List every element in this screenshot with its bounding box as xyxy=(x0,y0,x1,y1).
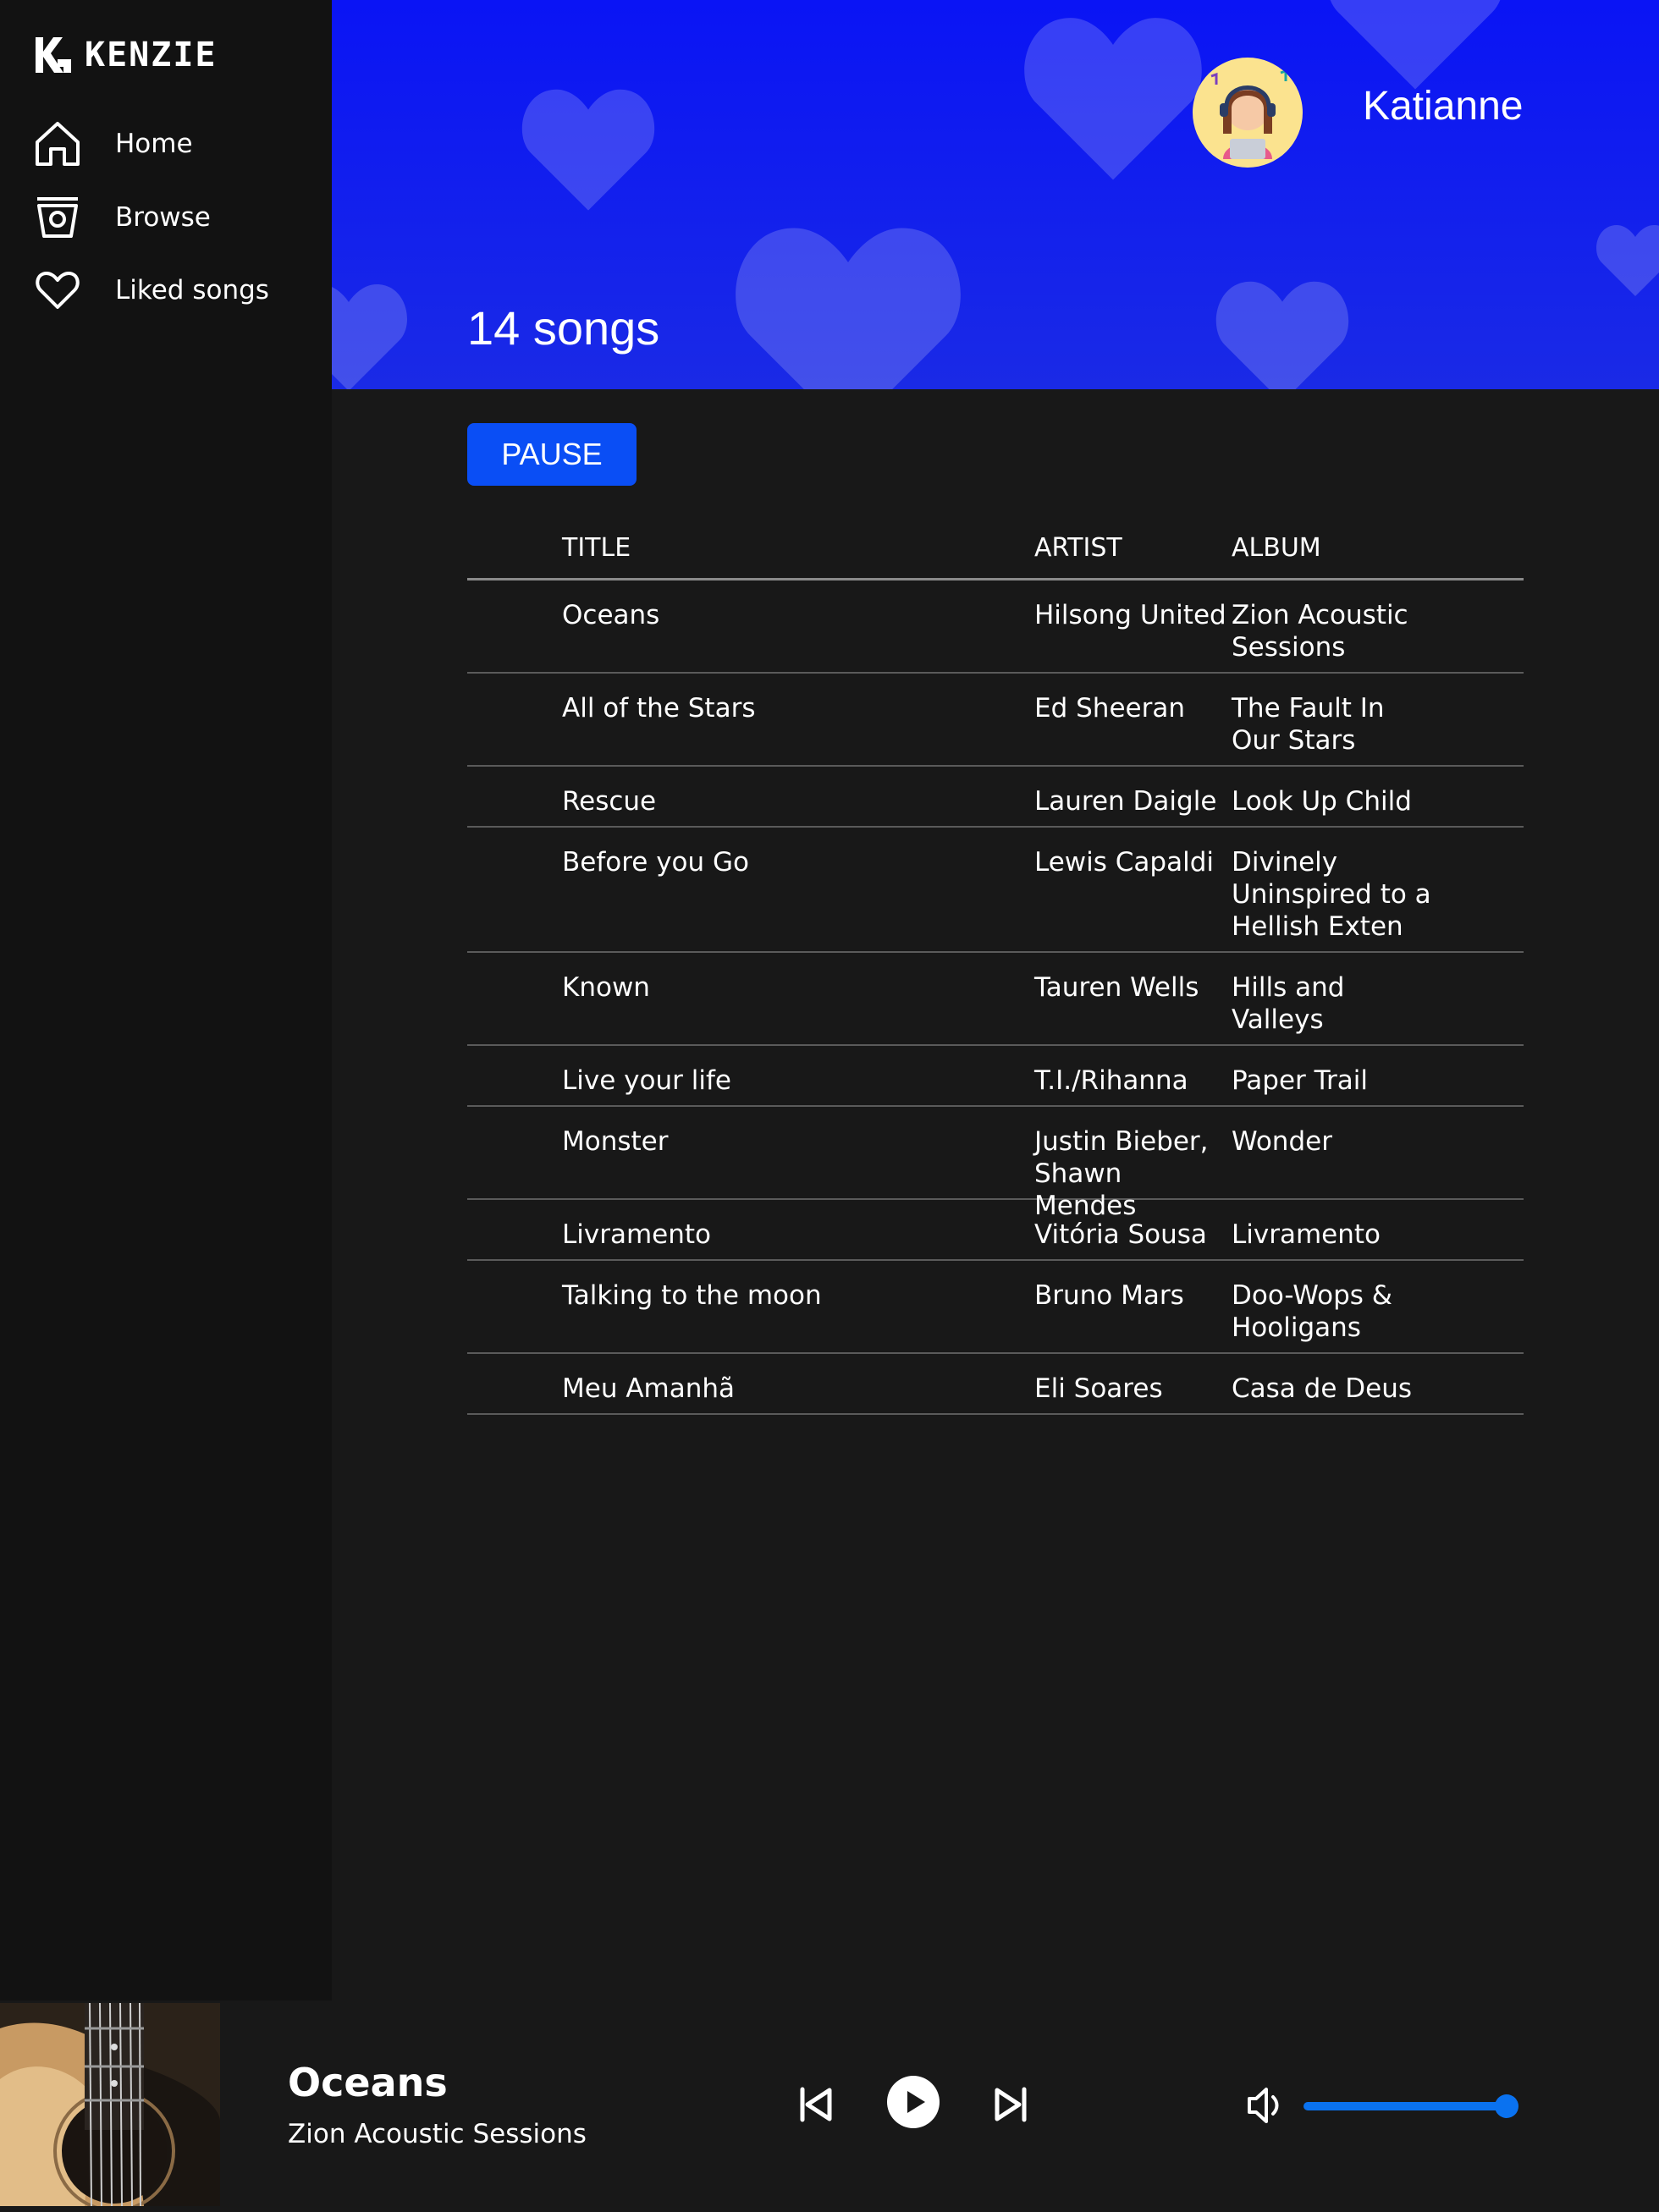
song-album: Paper Trail xyxy=(1232,1065,1368,1096)
browse-icon xyxy=(37,197,78,238)
heart-decoration-icon xyxy=(1024,18,1202,180)
heart-icon xyxy=(36,272,80,309)
table-row[interactable]: Rescue Lauren Daigle Look Up Child xyxy=(467,767,1524,828)
song-title: Known xyxy=(562,972,650,1003)
pause-button[interactable]: PAUSE xyxy=(467,423,637,486)
table-row[interactable]: Monster Justin Bieber, Shawn Mendes Wond… xyxy=(467,1107,1524,1221)
song-title: Meu Amanhã xyxy=(562,1373,736,1404)
song-count: 14 songs xyxy=(467,301,660,355)
album-cover xyxy=(0,2003,220,2206)
song-artist: Lauren Daigle xyxy=(1034,786,1217,817)
song-title: Live your life xyxy=(562,1065,731,1096)
sidebar: KENZIE Home Browse Liked songs xyxy=(0,0,332,2000)
song-artist: Eli Soares xyxy=(1034,1373,1163,1404)
heart-decoration-icon xyxy=(736,228,961,389)
kenzie-logo-icon xyxy=(36,37,71,73)
username[interactable]: Katianne xyxy=(1363,83,1524,129)
table-row[interactable]: All of the Stars Ed Sheeran The Fault In… xyxy=(467,674,1524,767)
song-album: The Fault In Our Stars xyxy=(1232,693,1385,756)
sidebar-item-browse[interactable]: Browse xyxy=(32,190,211,245)
volume-slider[interactable] xyxy=(1304,2102,1513,2110)
avatar[interactable] xyxy=(1193,58,1303,168)
sidebar-item-label: Home xyxy=(115,129,193,159)
sidebar-item-label: Liked songs xyxy=(115,275,269,305)
volume-slider-handle[interactable] xyxy=(1495,2094,1518,2118)
now-playing-title: Oceans xyxy=(288,2060,448,2105)
heart-decoration-icon xyxy=(1596,225,1659,296)
song-title: All of the Stars xyxy=(562,693,756,724)
songs-table: TITLE ARTIST ALBUM Oceans Hilsong United… xyxy=(467,525,1524,1415)
sidebar-item-label: Browse xyxy=(115,202,211,233)
song-title: Oceans xyxy=(562,600,660,630)
heart-decoration-icon xyxy=(521,89,655,211)
volume-icon[interactable] xyxy=(1246,2085,1281,2126)
next-icon[interactable] xyxy=(992,2085,1029,2124)
guitar-cover-image xyxy=(0,2003,220,2206)
song-album: Hills and Valleys xyxy=(1232,972,1345,1035)
song-album: Divinely Uninspired to a Hellish Exten xyxy=(1232,847,1431,942)
previous-icon[interactable] xyxy=(797,2085,835,2124)
table-row[interactable]: Talking to the moon Bruno Mars Doo-Wops … xyxy=(467,1261,1524,1354)
table-row[interactable]: Live your life T.I./Rihanna Paper Trail xyxy=(467,1046,1524,1107)
table-row[interactable]: Meu Amanhã Eli Soares Casa de Deus xyxy=(467,1354,1524,1415)
song-artist: Vitória Sousa xyxy=(1034,1219,1207,1250)
table-header: TITLE ARTIST ALBUM xyxy=(467,525,1524,581)
user-avatar-icon xyxy=(1210,69,1287,159)
song-title: Monster xyxy=(562,1126,669,1157)
column-header-artist: ARTIST xyxy=(1034,533,1122,563)
song-album: Zion Acoustic Sessions xyxy=(1232,600,1408,663)
table-row[interactable]: Oceans Hilsong United Zion Acoustic Sess… xyxy=(467,581,1524,674)
table-row[interactable]: Known Tauren Wells Hills and Valleys xyxy=(467,953,1524,1046)
song-title: Talking to the moon xyxy=(562,1280,822,1311)
column-header-album: ALBUM xyxy=(1232,533,1321,563)
song-artist: Bruno Mars xyxy=(1034,1280,1184,1311)
song-album: Look Up Child xyxy=(1232,786,1412,817)
heart-decoration-icon xyxy=(1215,281,1349,389)
song-artist: Lewis Capaldi xyxy=(1034,847,1214,878)
player-bar: Oceans Zion Acoustic Sessions xyxy=(0,2000,1659,2212)
sidebar-item-liked-songs[interactable]: Liked songs xyxy=(32,263,269,317)
song-artist: T.I./Rihanna xyxy=(1034,1065,1188,1096)
home-icon xyxy=(36,122,80,166)
playlist-banner: Katianne 14 songs xyxy=(332,0,1659,389)
song-album: Casa de Deus xyxy=(1232,1373,1412,1404)
sidebar-item-home[interactable]: Home xyxy=(32,117,193,171)
song-album: Livramento xyxy=(1232,1219,1381,1250)
song-title: Livramento xyxy=(562,1219,712,1250)
song-title: Before you Go xyxy=(562,847,750,878)
song-artist: Tauren Wells xyxy=(1034,972,1199,1003)
column-header-title: TITLE xyxy=(562,533,631,563)
song-artist: Hilsong United xyxy=(1034,600,1226,630)
table-row[interactable]: Livramento Vitória Sousa Livramento xyxy=(467,1200,1524,1261)
song-title: Rescue xyxy=(562,786,657,817)
logo-text: KENZIE xyxy=(85,36,218,74)
heart-decoration-icon xyxy=(332,284,407,389)
song-artist: Ed Sheeran xyxy=(1034,693,1185,724)
heart-decoration-icon xyxy=(1330,0,1501,90)
now-playing-album: Zion Acoustic Sessions xyxy=(288,2119,587,2149)
table-row[interactable]: Before you Go Lewis Capaldi Divinely Uni… xyxy=(467,828,1524,953)
song-album: Doo-Wops & Hooligans xyxy=(1232,1280,1392,1343)
song-album: Wonder xyxy=(1232,1126,1332,1157)
logo[interactable]: KENZIE xyxy=(32,34,218,76)
play-icon[interactable] xyxy=(886,2075,940,2129)
